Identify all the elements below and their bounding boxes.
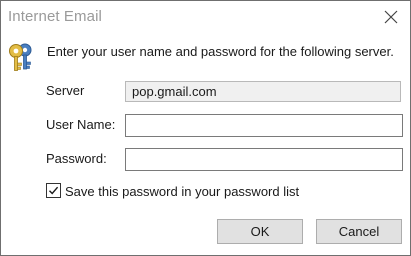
close-icon — [384, 10, 398, 24]
keys-icon — [9, 43, 32, 71]
ok-button[interactable]: OK — [217, 219, 303, 244]
cancel-button[interactable]: Cancel — [316, 219, 402, 244]
password-label: Password: — [46, 151, 107, 166]
save-password-checkbox[interactable] — [46, 183, 61, 198]
internet-email-dialog: Internet Email Enter your user name and … — [0, 0, 411, 256]
username-label: User Name: — [46, 117, 116, 132]
password-input[interactable] — [125, 148, 403, 171]
dialog-title: Internet Email — [8, 8, 102, 25]
title-bar[interactable]: Internet Email — [1, 1, 410, 34]
close-button[interactable] — [373, 1, 409, 33]
save-password-label[interactable]: Save this password in your password list — [65, 184, 299, 199]
checkmark-icon — [49, 186, 59, 195]
dialog-prompt: Enter your user name and password for th… — [47, 44, 394, 59]
server-label: Server — [46, 83, 85, 98]
username-input[interactable] — [125, 114, 403, 137]
server-value: pop.gmail.com — [125, 81, 401, 102]
